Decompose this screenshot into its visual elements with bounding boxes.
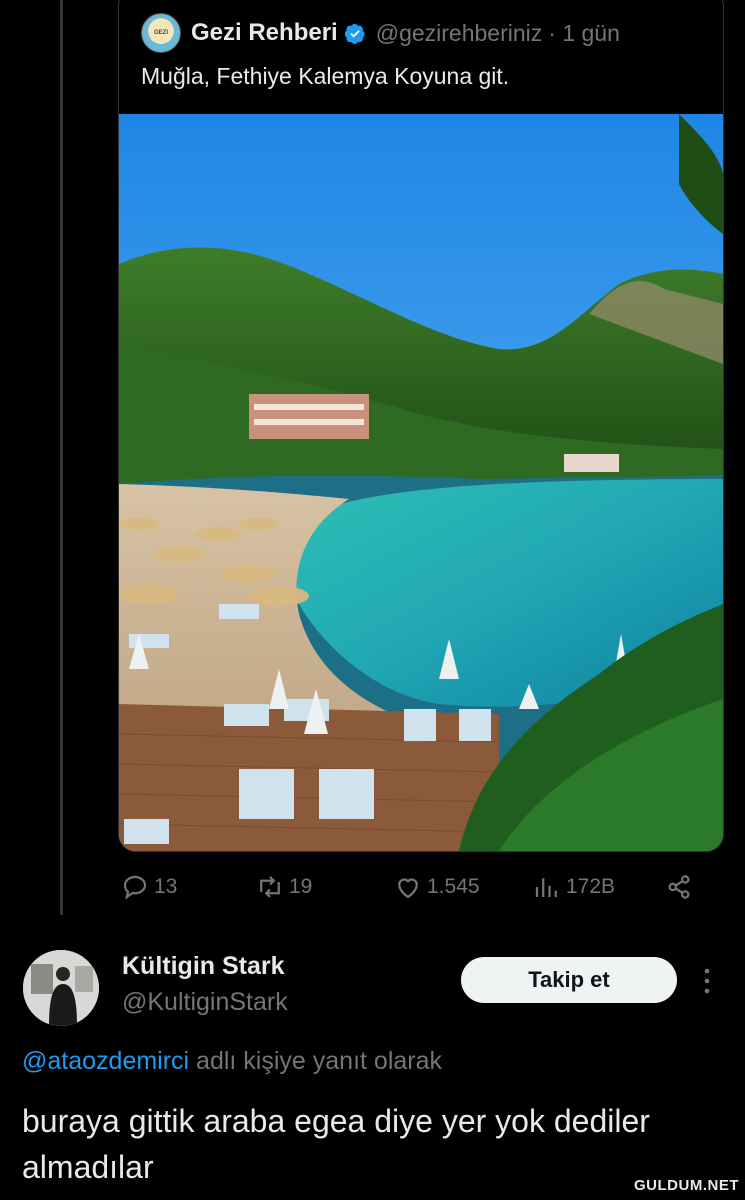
reply-tweet-text: buraya gittik araba egea diye yer yok de… xyxy=(22,1103,650,1185)
user-photo-avatar-icon xyxy=(23,950,99,1026)
globe-logo-icon[interactable]: GEZI xyxy=(141,13,181,53)
views-action[interactable]: 172B xyxy=(532,872,615,902)
like-action[interactable]: 1.545 xyxy=(393,872,480,902)
views-icon xyxy=(535,878,557,897)
more-options-icon[interactable] xyxy=(700,966,714,996)
reply-action[interactable]: 13 xyxy=(120,872,177,902)
quoted-handle[interactable]: @gezirehberiniz xyxy=(376,20,543,47)
retweet-count: 19 xyxy=(289,875,313,898)
views-count: 172B xyxy=(566,875,616,898)
like-count: 1.545 xyxy=(427,875,480,898)
watermark: GULDUM.NET xyxy=(634,1177,739,1194)
quoted-timestamp[interactable]: · 1 gün xyxy=(548,20,620,47)
reply-icon xyxy=(123,875,147,900)
quoted-author-name[interactable]: Gezi Rehberi xyxy=(191,19,338,47)
avatar[interactable] xyxy=(23,950,99,1026)
verified-badge-icon xyxy=(344,23,365,44)
quoted-tweet-card[interactable]: GEZI Gezi Rehberi @gezirehberiniz · 1 gü… xyxy=(118,0,724,852)
tweet-actions-bar: 13 19 1.545 172B xyxy=(0,872,745,908)
like-icon xyxy=(398,878,418,899)
share-icon xyxy=(668,875,690,899)
reply-to-suffix: adlı kişiye yanıt olarak xyxy=(189,1047,443,1075)
retweet-icon xyxy=(260,876,280,898)
quoted-tweet-header: GEZI Gezi Rehberi @gezirehberiniz · 1 gü… xyxy=(141,13,620,53)
quoted-tweet-text: Muğla, Fethiye Kalemya Koyuna git. xyxy=(141,63,510,89)
follow-button[interactable]: Takip et xyxy=(461,957,677,1003)
reply-to-context: @ataozdemirci adlı kişiye yanıt olarak xyxy=(22,1047,442,1076)
reply-handle[interactable]: @KultiginStark xyxy=(122,988,288,1017)
beach-cove-photo[interactable] xyxy=(119,114,723,851)
reply-count: 13 xyxy=(154,875,178,898)
reply-to-mention-link[interactable]: @ataozdemirci xyxy=(22,1047,189,1075)
thread-line xyxy=(60,0,63,915)
reply-author-name[interactable]: Kültigin Stark xyxy=(122,952,285,981)
share-action[interactable] xyxy=(664,872,698,902)
retweet-action[interactable]: 19 xyxy=(255,872,312,902)
